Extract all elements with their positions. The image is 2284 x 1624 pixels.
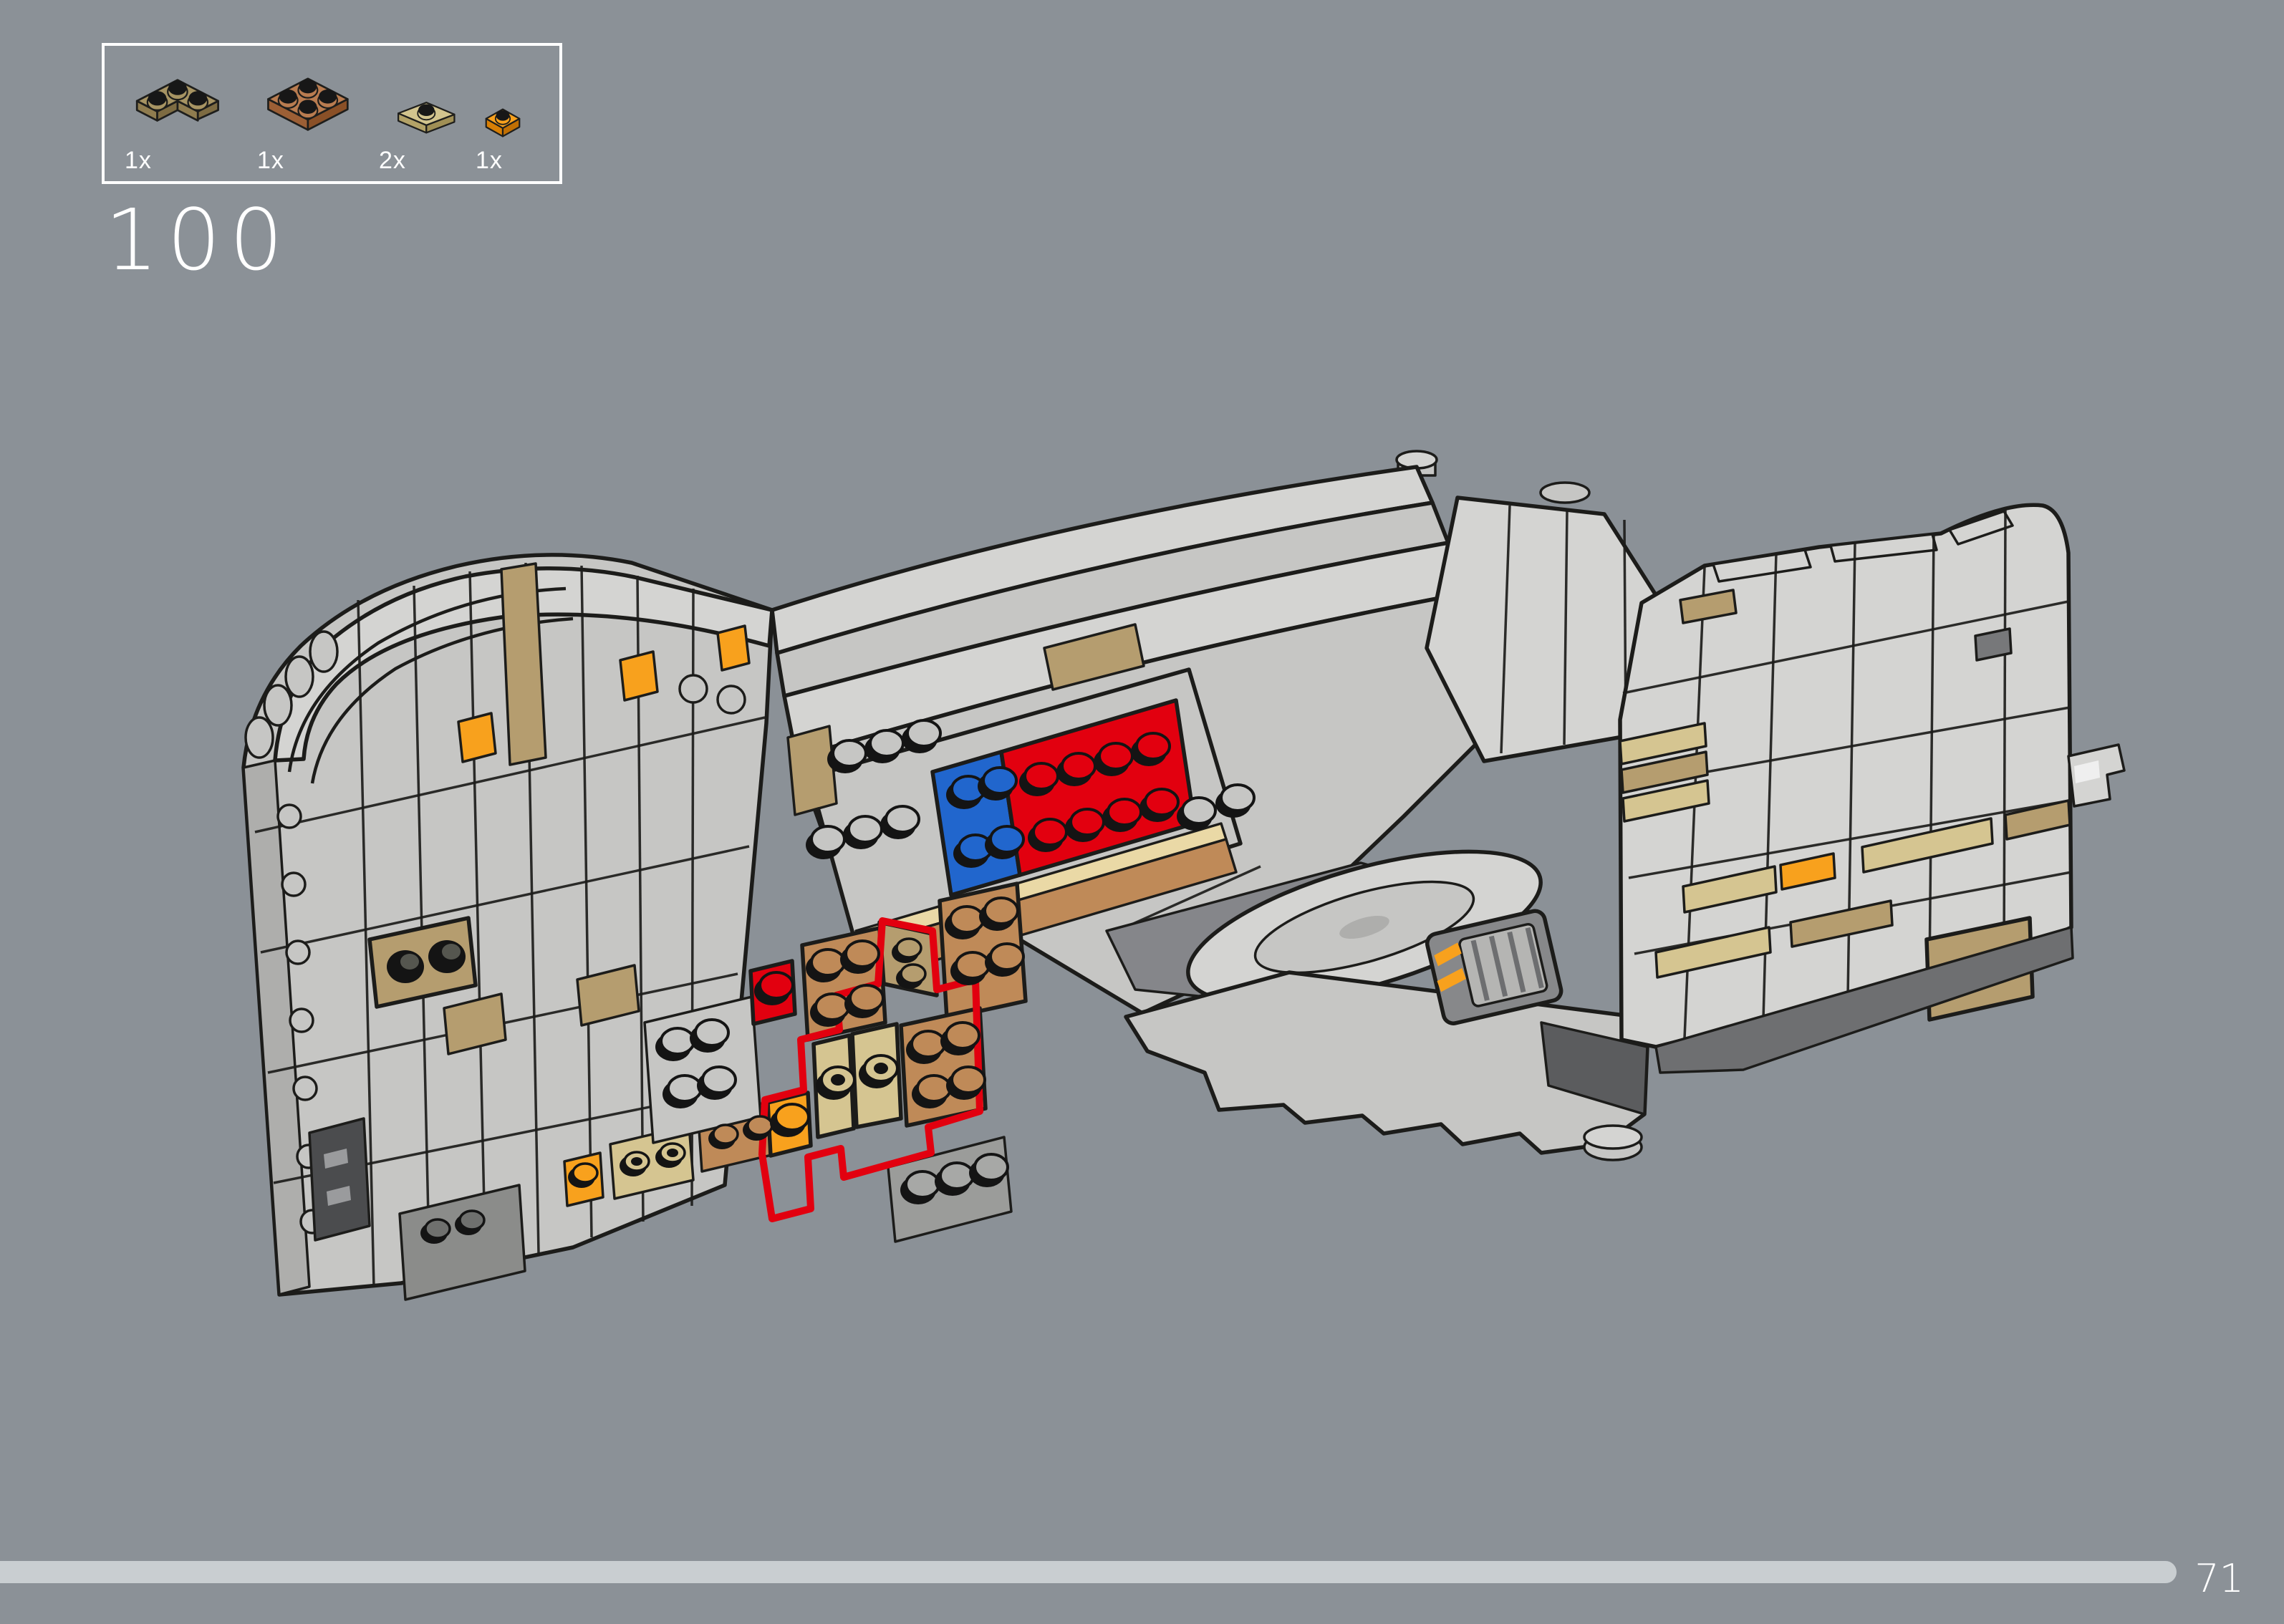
rear-engine-block [244,555,772,1295]
page-number: 71 [2194,1560,2244,1598]
clip [680,675,707,702]
clip [718,686,745,713]
progress-bar [0,1561,2177,1583]
model-illustration [0,0,2284,1624]
side-bracket [2068,745,2124,806]
orange-accent [458,713,496,762]
hull-hatch [309,1118,370,1240]
orange-accent [620,652,657,700]
instruction-page: 1x 1x [0,0,2284,1624]
orange-accent [718,626,749,670]
front-hull [1620,505,2124,1073]
